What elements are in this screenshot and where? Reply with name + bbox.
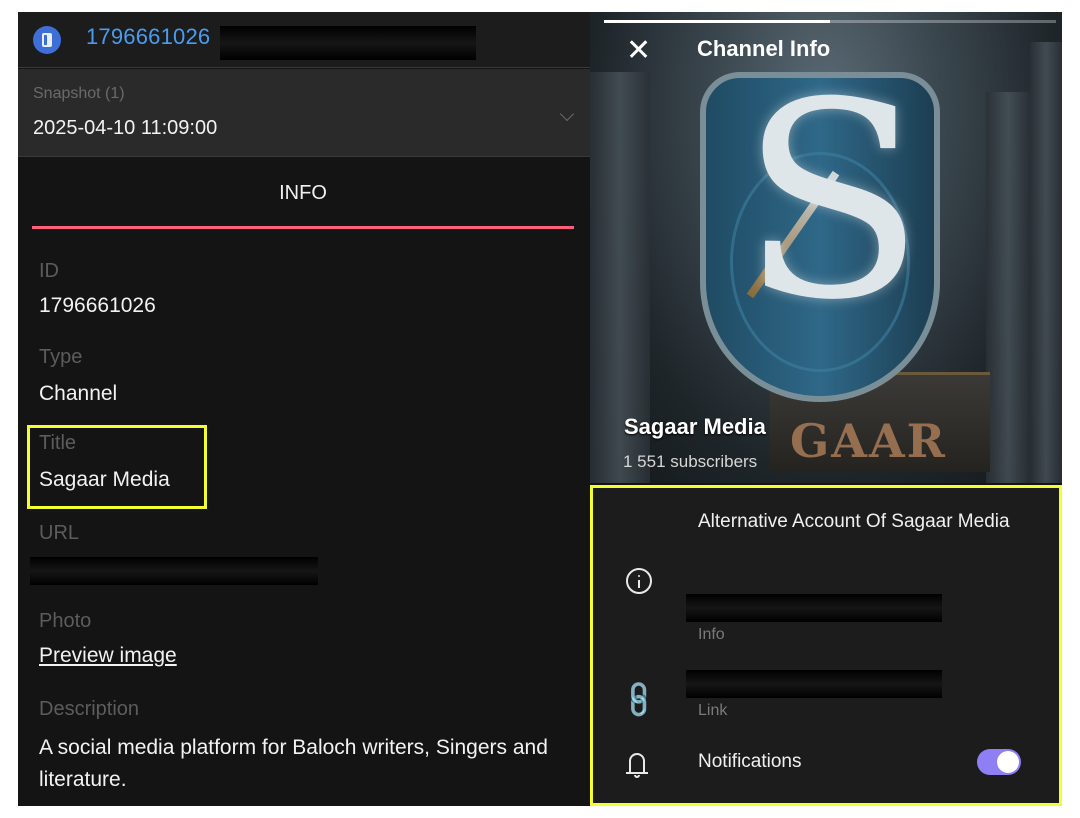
top-bar: 1796661026 (18, 12, 590, 68)
right-panel: S GAAR ✕ Channel Info Sagaar Media 1 551… (590, 12, 1062, 806)
info-icon (626, 568, 652, 594)
photo-label: Photo (39, 610, 92, 632)
cover-watermark: GAAR (790, 414, 947, 468)
chevron-down-icon[interactable] (559, 106, 575, 122)
snapshot-value: 2025-04-10 11:09:00 (33, 117, 218, 139)
redacted-url (30, 557, 318, 585)
url-label: URL (39, 522, 80, 544)
description-value: A social media platform for Baloch write… (39, 736, 548, 791)
top-id-text[interactable]: 1796661026 (86, 24, 210, 50)
close-icon[interactable]: ✕ (626, 36, 651, 66)
channel-name: Sagaar Media (624, 414, 766, 439)
type-label: Type (39, 346, 83, 368)
preview-image-link[interactable]: Preview image (39, 644, 177, 668)
title-label: Title (39, 432, 77, 454)
title-value: Sagaar Media (39, 468, 170, 491)
link-label: Link (698, 702, 728, 719)
cover-pillar (1030, 42, 1062, 483)
notifications-label[interactable]: Notifications (698, 751, 802, 773)
type-value: Channel (39, 382, 118, 405)
channel-info-title: Channel Info (697, 36, 831, 61)
redacted-info (686, 594, 942, 622)
info-label: Info (698, 626, 725, 643)
id-value: 1796661026 (39, 294, 156, 317)
bell-icon (626, 753, 648, 779)
description-label: Description (39, 698, 140, 720)
redacted-block (220, 26, 476, 60)
id-label: ID (39, 260, 59, 282)
cover-pillar (986, 92, 1030, 483)
snapshot-dropdown[interactable]: Snapshot (1) 2025-04-10 11:09:00 (18, 69, 590, 157)
tab-info-underline (32, 226, 574, 229)
subscriber-count: 1 551 subscribers (623, 452, 758, 471)
story-progress-fill (604, 20, 830, 23)
tab-info[interactable]: INFO (32, 158, 574, 230)
left-panel: 1796661026 Snapshot (1) 2025-04-10 11:09… (18, 12, 590, 806)
redacted-link[interactable] (686, 670, 942, 698)
cover-s-logo: S (740, 44, 925, 359)
channel-cover-image: S GAAR (590, 12, 1062, 483)
screenshot-root: 1796661026 Snapshot (1) 2025-04-10 11:09… (0, 0, 1080, 818)
toggle-knob (997, 751, 1019, 773)
snapshot-label: Snapshot (1) (33, 85, 125, 102)
document-app-icon[interactable] (33, 26, 61, 54)
notifications-toggle[interactable] (977, 749, 1021, 775)
channel-about-text: Alternative Account Of Sagaar Media (698, 511, 1010, 532)
